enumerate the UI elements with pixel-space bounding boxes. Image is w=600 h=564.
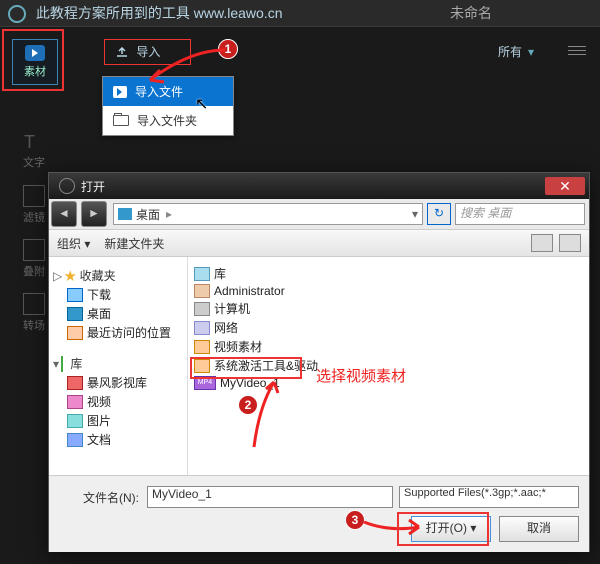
dialog-titlebar[interactable]: 打开 ✕ — [49, 173, 589, 199]
file-list: 库 Administrator 计算机 网络 视频素材 系统激活工具&驱动 MP… — [188, 257, 589, 475]
user-icon — [194, 284, 210, 298]
play-icon — [25, 45, 45, 61]
folder-icon — [194, 340, 210, 354]
open-file-dialog: 打开 ✕ ◄ ► 桌面 ▸ ▾ ↻ 搜索 桌面 组织 ▾ 新建文件夹 ▷★ 收藏… — [48, 172, 590, 552]
import-button[interactable]: 导入 — [104, 39, 191, 65]
step-badge-2: 2 — [238, 395, 258, 415]
document-lib-item[interactable]: 文档 — [67, 431, 183, 448]
close-button[interactable]: ✕ — [545, 177, 585, 195]
path-dropdown-icon[interactable]: ▾ — [412, 207, 418, 221]
file-item[interactable]: 计算机 — [194, 300, 583, 317]
view-list-icon[interactable] — [568, 43, 586, 57]
filter-icon — [23, 185, 45, 207]
dialog-title-text: 打开 — [81, 178, 105, 195]
baofeng-lib-item[interactable]: 暴风影视库 — [67, 374, 183, 391]
document-icon — [67, 433, 83, 447]
transition-icon — [23, 293, 45, 315]
dialog-bottom: 文件名(N): MyVideo_1 Supported Files(*.3gp;… — [49, 475, 589, 552]
network-icon — [194, 321, 210, 335]
video-lib-item[interactable]: 视频 — [67, 393, 183, 410]
file-item[interactable]: 网络 — [194, 319, 583, 336]
chevron-right-icon: ▸ — [166, 207, 172, 221]
refresh-button[interactable]: ↻ — [427, 203, 451, 225]
new-folder-button[interactable]: 新建文件夹 — [104, 235, 164, 252]
library-icon — [61, 356, 63, 372]
library-group[interactable]: ▾ 库 — [53, 355, 183, 372]
mouse-cursor-icon: ↖ — [195, 94, 208, 114]
mp4-file-icon: MP4 — [194, 376, 216, 390]
untitled-tab[interactable]: 未命名 — [450, 0, 492, 26]
folder-icon — [113, 115, 129, 126]
file-item[interactable]: Administrator — [194, 284, 583, 298]
import-icon — [115, 47, 129, 59]
cancel-button[interactable]: 取消 — [499, 516, 579, 542]
open-button[interactable]: 打开(O) ▾ — [411, 516, 491, 542]
downloads-item[interactable]: 下载 — [67, 286, 183, 303]
baofeng-icon — [67, 376, 83, 390]
recent-item[interactable]: 最近访问的位置 — [67, 324, 183, 341]
dialog-sidebar: ▷★ 收藏夹 下载 桌面 最近访问的位置 ▾ 库 暴风影视库 视频 图片 文档 — [49, 257, 188, 475]
filetype-combo[interactable]: Supported Files(*.3gp;*.aac;* — [399, 486, 579, 508]
text-icon: T — [24, 132, 44, 152]
desktop-item[interactable]: 桌面 — [67, 305, 183, 322]
filename-label: 文件名(N): — [59, 489, 139, 506]
file-play-icon — [113, 86, 127, 98]
step-badge-3: 3 — [345, 510, 365, 530]
view-mode-icon[interactable] — [531, 234, 553, 252]
search-input[interactable]: 搜索 桌面 — [455, 203, 585, 225]
import-file-item[interactable]: 导入文件 — [103, 77, 233, 106]
dialog-icon — [59, 178, 75, 194]
path-bar[interactable]: 桌面 ▸ ▾ — [113, 203, 423, 225]
material-label: 素材 — [24, 63, 46, 79]
video-icon — [67, 395, 83, 409]
folder-icon — [194, 359, 210, 373]
dialog-toolbar: 组织 ▾ 新建文件夹 — [49, 230, 589, 257]
organize-menu[interactable]: 组织 ▾ — [57, 235, 90, 252]
filename-input[interactable]: MyVideo_1 — [147, 486, 393, 508]
import-folder-item[interactable]: 导入文件夹 — [103, 106, 233, 135]
sidebar-item-text[interactable]: T文字 — [12, 127, 56, 175]
library-icon — [194, 267, 210, 281]
picture-icon — [67, 414, 83, 428]
desktop-icon — [67, 307, 83, 321]
dialog-nav: ◄ ► 桌面 ▸ ▾ ↻ 搜索 桌面 — [49, 199, 589, 230]
help-icon[interactable] — [559, 234, 581, 252]
desktop-icon — [118, 208, 132, 220]
filter-all-dropdown[interactable]: 所有 — [490, 41, 554, 62]
title-text: 此教程方案所用到的工具 www.leawo.cn — [36, 5, 283, 21]
import-dropdown: 导入文件 导入文件夹 — [102, 76, 234, 136]
step-badge-1: 1 — [218, 39, 238, 59]
favorites-group[interactable]: ▷★ 收藏夹 — [53, 267, 183, 284]
file-item[interactable]: 库 — [194, 265, 583, 282]
file-item[interactable]: 视频素材 — [194, 338, 583, 355]
computer-icon — [194, 302, 210, 316]
annotation-text: 选择视频素材 — [316, 365, 406, 386]
forward-button[interactable]: ► — [81, 201, 107, 227]
recent-icon — [67, 326, 83, 340]
back-button[interactable]: ◄ — [51, 201, 77, 227]
app-titlebar: 此教程方案所用到的工具 www.leawo.cn 未命名 — [0, 0, 600, 27]
download-icon — [67, 288, 83, 302]
sidebar-item-material[interactable]: 素材 — [12, 39, 58, 85]
picture-lib-item[interactable]: 图片 — [67, 412, 183, 429]
app-icon — [8, 5, 26, 23]
overlay-icon — [23, 239, 45, 261]
